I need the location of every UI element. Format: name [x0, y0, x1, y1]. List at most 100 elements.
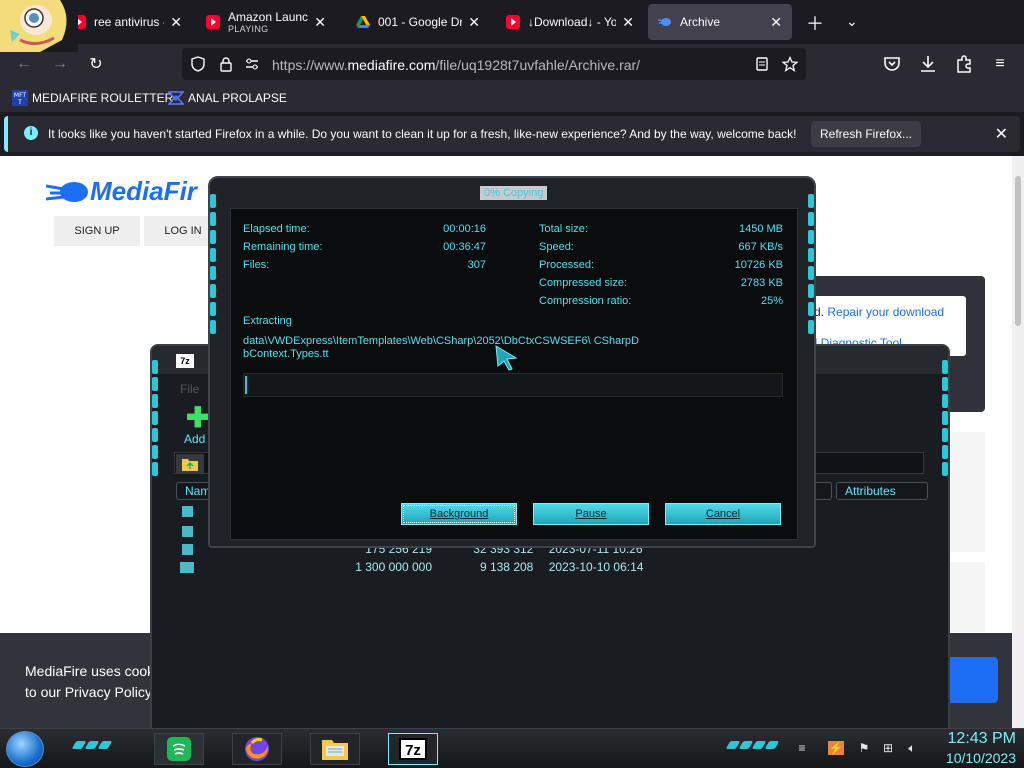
speed-label: Speed: [539, 241, 574, 253]
compression-ratio-label: Compression ratio: [539, 295, 632, 307]
spotify-icon [167, 737, 191, 761]
folder-icon [182, 544, 193, 555]
back-icon[interactable]: ← [12, 52, 36, 76]
reload-icon[interactable]: ↻ [84, 52, 108, 76]
packed-size-cell: 9 138 208 [479, 560, 534, 574]
taskbar-firefox[interactable] [232, 733, 282, 765]
remaining-time-label: Remaining time: [243, 241, 323, 253]
pause-button[interactable]: Pause [533, 503, 649, 525]
url-bar[interactable]: https://www.mediafire.com/file/uq1928t7u… [182, 48, 806, 80]
modified-cell: 2023-10-10 06:14 [548, 560, 644, 574]
tab-title-text: Amazon Launche [228, 10, 309, 24]
bookmark-anal-prolapse[interactable]: ANAL PROLAPSE [168, 90, 287, 106]
logo-text: MediaFir [90, 176, 197, 206]
url-domain: mediafire.com [347, 57, 436, 73]
decorative-lights [725, 741, 780, 749]
total-size-value: 1450 MB [738, 223, 783, 235]
menu-file[interactable]: File [180, 382, 199, 396]
reader-view-icon[interactable] [754, 56, 770, 72]
action-center-flag-icon[interactable]: ⚑ [856, 741, 872, 755]
tray-overflow-icon[interactable]: ≡ [794, 741, 810, 755]
sign-up-button[interactable]: SIGN UP [54, 216, 140, 246]
decorative-lights [152, 360, 158, 479]
size-cell: 1 300 000 000 [355, 560, 432, 574]
bookmark-label: MEDIAFIRE ROULETTER [32, 91, 174, 105]
forward-icon[interactable]: → [48, 52, 72, 76]
folder-icon [182, 526, 193, 537]
tab-title: ↓Download↓ - Yo [528, 15, 617, 29]
compression-ratio-value: 25% [760, 295, 783, 307]
folder-icon [182, 506, 193, 517]
page-scrollbar[interactable] [1012, 156, 1024, 728]
system-clock[interactable]: 12:43 PM 10/10/2023 [946, 729, 1016, 767]
tab-amazon-launche[interactable]: Amazon LaunchePLAYING ✕ [196, 4, 336, 40]
file-explorer-icon [322, 740, 348, 760]
tab-archive[interactable]: Archive ✕ [648, 4, 792, 40]
notification-message: It looks like you haven't started Firefo… [48, 127, 797, 141]
tab-title: ree antivirus - Yo [94, 15, 164, 29]
cancel-button[interactable]: Cancel [665, 503, 781, 525]
mediafire-logo[interactable]: MediaFir [45, 176, 197, 207]
folder-up-icon[interactable] [176, 454, 204, 474]
column-header-attributes[interactable]: Attributes [836, 482, 928, 500]
taskbar-file-explorer[interactable] [310, 733, 360, 765]
tab-google-drive[interactable]: 001 - Google Driv ✕ [346, 4, 490, 40]
refresh-firefox-notification: i It looks like you haven't started Fire… [4, 116, 1020, 152]
url-text[interactable]: https://www.mediafire.com/file/uq1928t7u… [272, 57, 640, 73]
taskbar-spotify[interactable] [154, 733, 204, 765]
repair-download-link[interactable]: Repair your download [827, 305, 944, 319]
close-tab-icon[interactable]: ✕ [468, 14, 480, 31]
close-notification-icon[interactable]: ✕ [995, 124, 1008, 144]
bookmark-star-icon[interactable] [782, 56, 798, 72]
progress-caret [245, 376, 247, 394]
volume-icon[interactable]: 🔈︎ [904, 741, 920, 755]
compressed-size-value: 2783 KB [740, 277, 783, 289]
list-all-tabs-icon[interactable]: ⌄ [846, 13, 858, 30]
clock-date: 10/10/2023 [945, 750, 1016, 766]
tab-download[interactable]: ↓Download↓ - Yo ✕ [496, 4, 644, 40]
taskbar: 7z ≡ ⚡ ⚑ ⊞ 🔈︎ 12:43 PM 10/10/2023 [0, 728, 1024, 768]
tracking-protection-shield-icon[interactable] [190, 56, 206, 72]
close-tab-icon[interactable]: ✕ [622, 14, 634, 31]
bookmark-mediafire-rouletter[interactable]: MFT T MEDIAFIRE ROULETTER [12, 90, 173, 106]
scrollbar-thumb[interactable] [1015, 176, 1021, 326]
table-row[interactable]: 1 300 000 000 9 138 208 2023-10-10 06:14 [322, 560, 657, 574]
close-tab-icon[interactable]: ✕ [314, 14, 326, 31]
network-icon[interactable]: ⊞ [880, 741, 896, 755]
new-tab-icon[interactable]: ＋ [806, 10, 824, 36]
bookmark-label: ANAL PROLAPSE [188, 91, 287, 105]
bookmark-icon [168, 91, 184, 105]
7zip-logo-icon: 7z [176, 354, 194, 368]
firewall-icon[interactable]: ⚡ [828, 741, 844, 755]
add-button-label[interactable]: Add [184, 432, 205, 446]
info-icon: i [24, 126, 38, 140]
extensions-icon[interactable] [952, 52, 976, 76]
add-icon[interactable]: ✚ [186, 404, 209, 432]
background-button[interactable]: Background [401, 503, 517, 525]
progress-bar [243, 373, 783, 397]
mft-icon: MFTT [12, 90, 28, 106]
taskbar-7zip[interactable]: 7z [388, 733, 438, 765]
files-value: 307 [467, 259, 486, 271]
hamburger-menu-icon[interactable]: ≡ [988, 52, 1012, 76]
cookie-line-1: MediaFire uses cookie [25, 663, 160, 679]
refresh-firefox-button[interactable]: Refresh Firefox... [811, 121, 921, 147]
downloads-icon[interactable] [916, 52, 940, 76]
file-icon [180, 562, 194, 573]
bookmarks-toolbar: MFT T MEDIAFIRE ROULETTER ANAL PROLAPSE [0, 84, 1024, 112]
pocket-icon[interactable] [880, 52, 904, 76]
dialog-title: 0% Copying [480, 186, 548, 200]
permissions-icon[interactable] [244, 56, 260, 72]
start-button[interactable] [6, 731, 44, 767]
youtube-icon [206, 15, 220, 29]
elapsed-time-value: 00:00:16 [443, 223, 486, 235]
decorative-lights [210, 194, 216, 338]
total-size-label: Total size: [539, 223, 588, 235]
tab-ree-antivirus[interactable]: ree antivirus - Yo ✕ [62, 4, 192, 40]
close-tab-icon[interactable]: ✕ [170, 14, 182, 31]
lock-icon[interactable] [218, 56, 234, 72]
elapsed-time-label: Elapsed time: [243, 223, 310, 235]
close-tab-icon[interactable]: ✕ [770, 14, 782, 31]
dialog-content: Elapsed time: 00:00:16 Remaining time: 0… [230, 208, 798, 540]
tab-title: 001 - Google Driv [378, 15, 463, 29]
